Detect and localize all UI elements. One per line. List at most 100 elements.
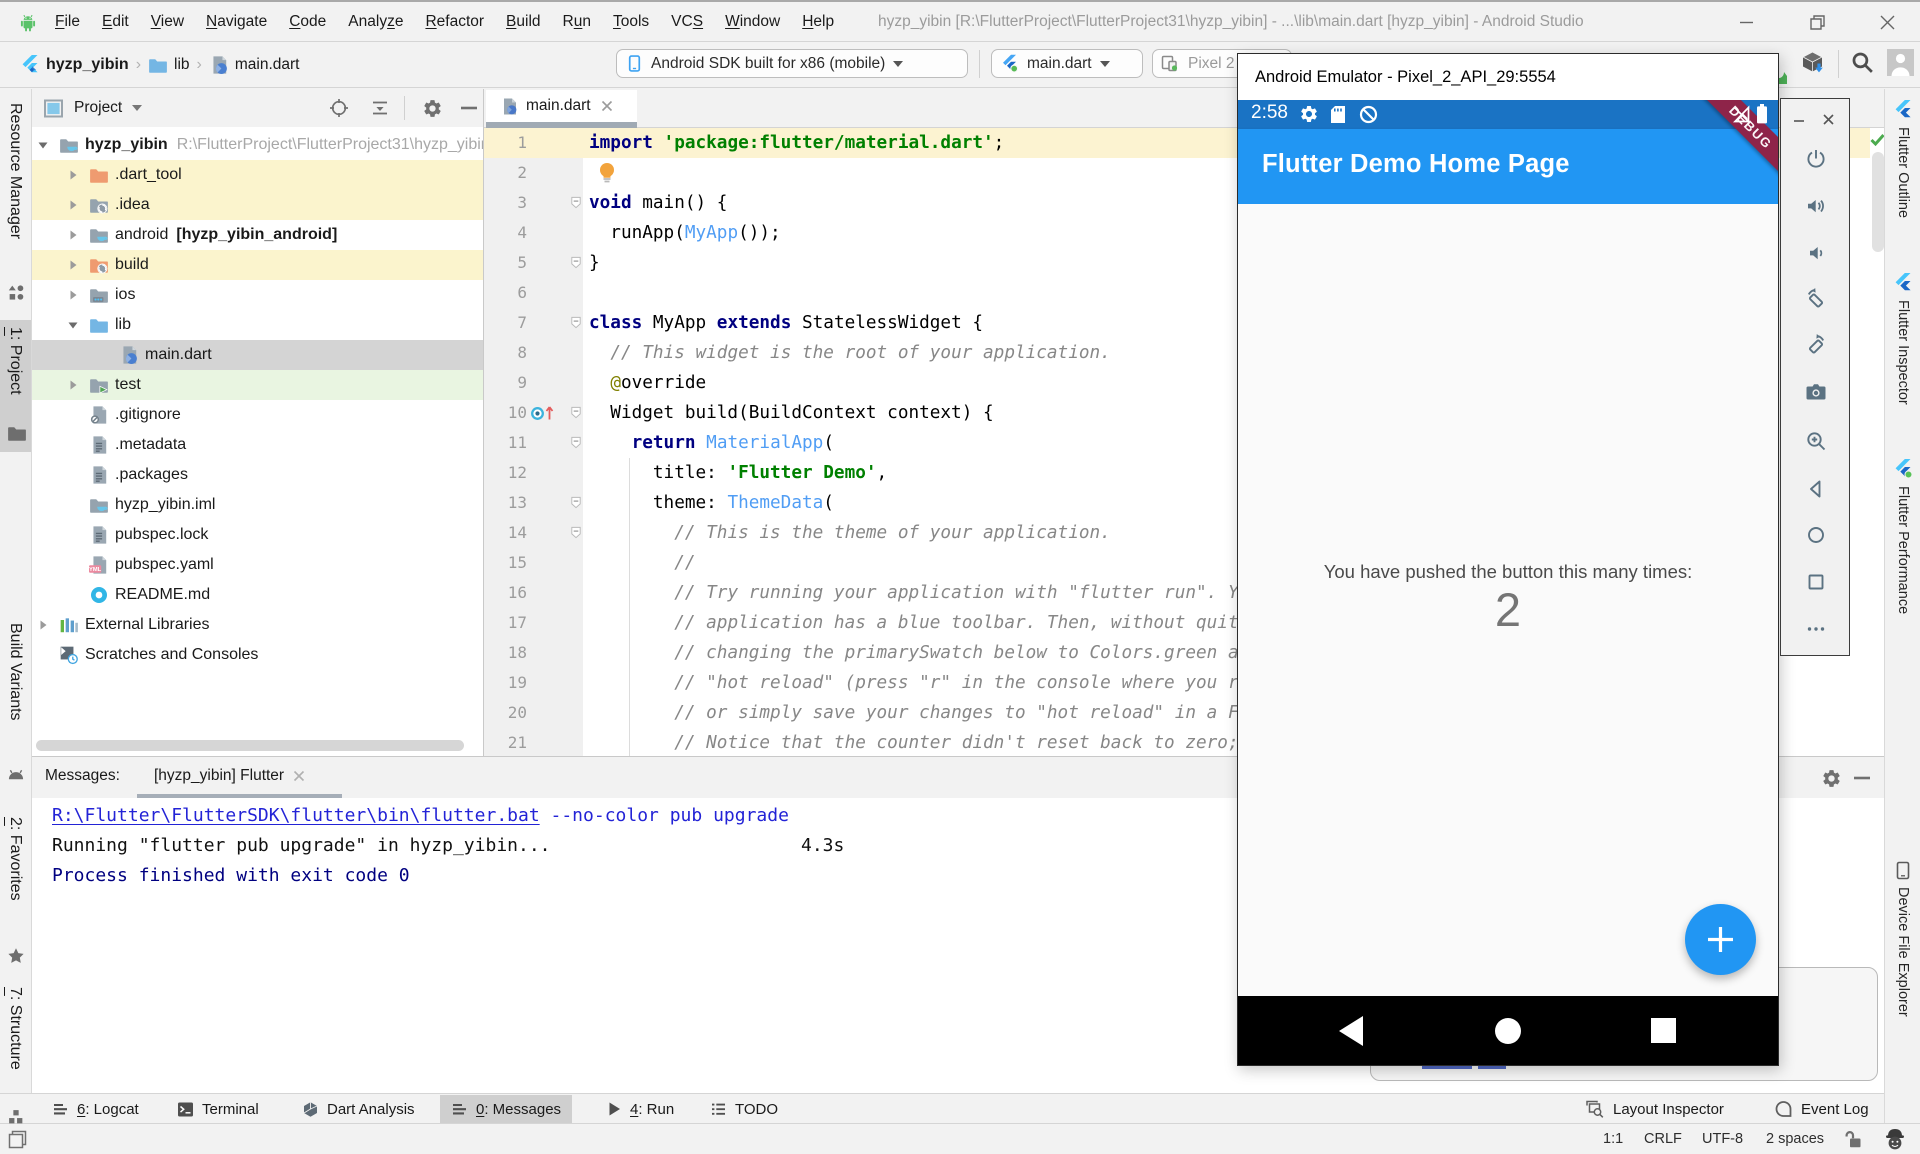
emulator-screen[interactable]: 2:58 Flutter Demo Home Page You have pus…	[1238, 100, 1778, 1065]
tool-window-switcher-icon[interactable]	[8, 1130, 27, 1149]
menu-navigate[interactable]: Navigate	[195, 13, 278, 31]
emulator-titlebar[interactable]: Android Emulator - Pixel_2_API_29:5554	[1238, 54, 1778, 100]
tree-row-android[interactable]: android[hyzp_yibin_android]	[32, 220, 483, 250]
stripe-tab-flutter-outline[interactable]: Flutter Outline	[1886, 99, 1920, 218]
nav-back-icon[interactable]	[1337, 1015, 1365, 1047]
emulator-volume-down-button[interactable]	[1804, 241, 1828, 265]
horizontal-scrollbar[interactable]	[36, 740, 464, 751]
project-panel-title[interactable]: Project	[74, 99, 122, 117]
hide-panel-icon[interactable]	[461, 106, 477, 110]
breadcrumb-item[interactable]: lib	[174, 56, 190, 74]
gear-icon[interactable]	[1821, 768, 1842, 789]
stripe-tab-2-favorites[interactable]: 2: Favorites	[6, 817, 24, 906]
emulator-more-button[interactable]	[1804, 617, 1828, 641]
menu-analyze[interactable]: Analyze	[337, 13, 414, 31]
close-icon[interactable]	[601, 100, 613, 112]
chevron-right-icon[interactable]	[67, 169, 79, 181]
stripe-tab-7-structure[interactable]: 7: Structure	[6, 987, 24, 1075]
toolwindow-button-0-messages[interactable]: 0: Messages	[440, 1095, 572, 1123]
breadcrumb-item[interactable]: main.dart	[235, 56, 300, 74]
toolwindow-button-event-log[interactable]: Event Log	[1763, 1095, 1880, 1123]
fold-marker-icon[interactable]	[570, 526, 582, 539]
toolwindow-button-dart-analysis[interactable]: Dart Analysis	[291, 1095, 426, 1123]
fold-marker-icon[interactable]	[570, 436, 582, 449]
emulator-volume-up-button[interactable]	[1804, 194, 1828, 218]
tree-row-scratches-and-consoles[interactable]: Scratches and Consoles	[32, 640, 483, 670]
nav-recents-icon[interactable]	[1650, 1017, 1677, 1044]
tree-row-build[interactable]: build	[32, 250, 483, 280]
chevron-right-icon[interactable]	[67, 259, 79, 271]
chevron-right-icon[interactable]	[67, 199, 79, 211]
unlock-icon[interactable]	[1843, 1129, 1863, 1150]
emulator-back-button[interactable]	[1804, 477, 1828, 501]
stripe-tab-device-file-explorer[interactable]: Device File Explorer	[1886, 861, 1920, 1017]
chevron-right-icon[interactable]	[67, 289, 79, 301]
chevron-right-icon[interactable]	[67, 379, 79, 391]
inspection-ok-icon[interactable]	[1870, 132, 1884, 147]
editor-tab-main-dart[interactable]: main.dart	[486, 90, 637, 122]
gear-icon[interactable]	[422, 98, 443, 119]
emulator-power-button[interactable]	[1804, 147, 1828, 171]
messages-tab-flutter[interactable]: [hyzp_yibin] Flutter	[154, 767, 305, 785]
tree-row-test[interactable]: test	[32, 370, 483, 400]
balloon-link-fragment[interactable]	[1478, 1066, 1506, 1069]
emulator-rotate-left-button[interactable]	[1804, 287, 1828, 311]
device-selector-dropdown[interactable]: Android SDK built for x86 (mobile)	[616, 49, 968, 78]
window-minimize-button[interactable]	[1723, 2, 1769, 42]
toolwindow-button-layout-inspector[interactable]: Layout Inspector	[1574, 1095, 1735, 1123]
stripe-tab-build-variants[interactable]: Build Variants	[6, 623, 24, 726]
emulator-home-button[interactable]	[1804, 523, 1828, 547]
collapse-all-icon[interactable]	[370, 98, 390, 118]
chevron-down-icon[interactable]	[37, 139, 49, 151]
tree-row--packages[interactable]: .packages	[32, 460, 483, 490]
menu-tools[interactable]: Tools	[602, 13, 660, 31]
stripe-tab-resource-manager[interactable]: Resource Manager	[6, 103, 24, 244]
status-caret-position[interactable]: 1:1	[1603, 1131, 1623, 1147]
editor-scrollbar-thumb[interactable]	[1872, 152, 1884, 252]
fold-marker-icon[interactable]	[570, 196, 582, 209]
nav-home-icon[interactable]	[1494, 1017, 1522, 1045]
override-marker-icon[interactable]	[530, 405, 556, 422]
fold-marker-icon[interactable]	[570, 496, 582, 509]
menu-refactor[interactable]: Refactor	[414, 13, 495, 31]
intention-bulb-icon[interactable]	[596, 161, 618, 185]
sdk-manager-icon[interactable]	[1800, 50, 1826, 78]
face-icon[interactable]	[1884, 1128, 1906, 1151]
floating-action-button[interactable]	[1685, 904, 1756, 975]
menu-run[interactable]: Run	[552, 13, 602, 31]
tree-row--gitignore[interactable]: .gitignore	[32, 400, 483, 430]
tree-row-hyzp-yibin[interactable]: hyzp_yibinR:\FlutterProject\FlutterProje…	[32, 130, 483, 160]
chevron-down-icon[interactable]	[67, 319, 79, 331]
menu-build[interactable]: Build	[495, 13, 551, 31]
tree-row--metadata[interactable]: .metadata	[32, 430, 483, 460]
fold-marker-icon[interactable]	[570, 406, 582, 419]
stripe-tab-flutter-inspector[interactable]: Flutter Inspector	[1886, 272, 1920, 405]
status-encoding[interactable]: UTF-8	[1702, 1131, 1743, 1147]
tree-row-hyzp-yibin-iml[interactable]: hyzp_yibin.iml	[32, 490, 483, 520]
tree-row--idea[interactable]: .idea	[32, 190, 483, 220]
hide-panel-icon[interactable]	[1854, 776, 1870, 780]
tree-row-ios[interactable]: ios	[32, 280, 483, 310]
console-link[interactable]: R:\Flutter\FlutterSDK\flutter\bin\flutte…	[52, 805, 540, 826]
stripe-tab-1-project[interactable]: 1: Project	[6, 327, 24, 400]
search-everywhere-icon[interactable]	[1850, 50, 1875, 75]
avatar[interactable]	[1887, 49, 1914, 76]
toolwindow-button-4-run[interactable]: 4: Run	[596, 1095, 685, 1123]
breadcrumb-item[interactable]: hyzp_yibin	[46, 56, 129, 74]
tree-row-main-dart[interactable]: main.dart	[32, 340, 483, 370]
tree-row-pubspec-yaml[interactable]: YMLpubspec.yaml	[32, 550, 483, 580]
toolwindow-button-6-logcat[interactable]: 6: Logcat	[41, 1095, 150, 1123]
menu-vcs[interactable]: VCS	[660, 13, 714, 31]
chevron-right-icon[interactable]	[67, 229, 79, 241]
emulator-zoom-in-button[interactable]	[1804, 429, 1828, 453]
menu-edit[interactable]: Edit	[91, 13, 140, 31]
window-restore-button[interactable]	[1794, 2, 1840, 42]
fold-marker-icon[interactable]	[570, 256, 582, 269]
emulator-rotate-right-button[interactable]	[1804, 333, 1828, 357]
emulator-overview-button[interactable]	[1804, 570, 1828, 594]
tree-row--dart-tool[interactable]: .dart_tool	[32, 160, 483, 190]
menu-code[interactable]: Code	[278, 13, 337, 31]
locate-file-icon[interactable]	[329, 98, 349, 118]
menu-view[interactable]: View	[140, 13, 195, 31]
status-line-ending[interactable]: CRLF	[1644, 1131, 1682, 1147]
